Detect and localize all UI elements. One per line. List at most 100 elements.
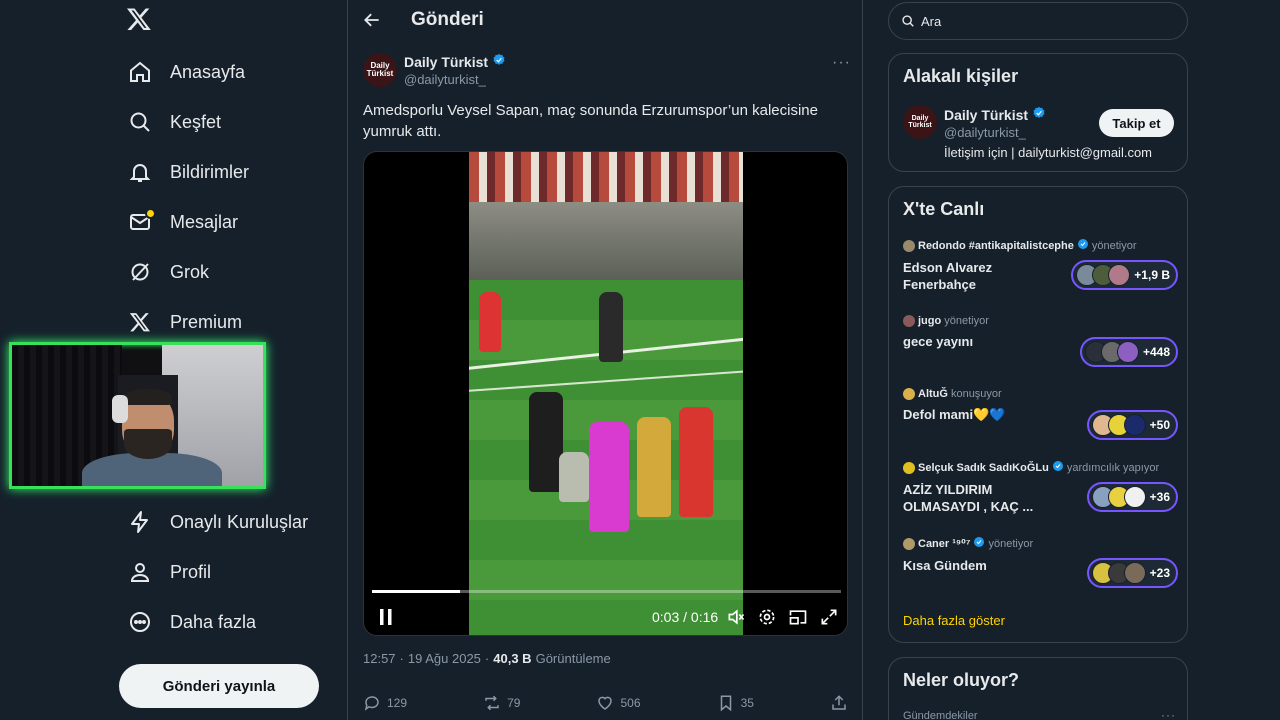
author-handle[interactable]: @dailyturkist_ <box>404 72 486 87</box>
lightning-icon <box>126 508 154 536</box>
repost-button[interactable]: 79 <box>483 694 520 712</box>
streamer-beard <box>124 429 172 459</box>
tweet-actions: 129 79 506 35 <box>363 694 848 712</box>
video-player-figure <box>679 407 713 517</box>
nav-home[interactable]: Anasayfa <box>126 52 245 92</box>
view-count: 40,3 B <box>493 651 532 666</box>
nav-label: Grok <box>170 261 210 282</box>
picture-in-picture-icon[interactable] <box>788 607 808 627</box>
nav-verified-orgs[interactable]: Onaylı Kuruluşlar <box>126 502 308 542</box>
nav-label: Keşfet <box>170 111 222 132</box>
mail-icon <box>126 208 156 236</box>
related-handle[interactable]: @dailyturkist_ <box>944 125 1026 140</box>
grok-icon <box>126 258 154 286</box>
live-topic: Edson Alvarez Fenerbahçe <box>903 260 993 292</box>
listener-count: +1,9 B <box>1134 268 1170 282</box>
nav-premium[interactable]: Premium <box>126 302 242 342</box>
bookmark-button[interactable]: 35 <box>717 694 754 712</box>
settings-gear-icon[interactable] <box>757 607 777 627</box>
host-avatar <box>903 461 915 474</box>
follow-button[interactable]: Takip et <box>1099 109 1174 137</box>
view-label: Görüntüleme <box>535 651 611 666</box>
video-progress-fill <box>372 590 460 593</box>
host-status: yönetiyor <box>988 537 1034 550</box>
listener-avatar <box>1123 562 1146 584</box>
video-frame <box>469 152 743 635</box>
related-name[interactable]: Daily Türkist <box>944 106 1046 123</box>
listener-count: +448 <box>1142 345 1170 359</box>
host-status: yardımcılık yapıyor <box>1066 461 1160 474</box>
headphones-icon <box>112 395 128 423</box>
trends-card: Neler oluyor? Gündemdekiler ··· <box>888 657 1188 720</box>
author-name[interactable]: Daily Türkist <box>404 53 506 70</box>
nav-messages[interactable]: Mesajlar <box>126 202 238 242</box>
related-bio: İletişim için | dailyturkist@gmail.com <box>944 145 1153 160</box>
live-topic: gece yayını <box>903 334 974 349</box>
x-icon <box>126 308 154 336</box>
verified-badge-icon <box>492 53 506 70</box>
nav-label: Anasayfa <box>170 61 246 82</box>
video-player-figure <box>529 392 563 492</box>
tweet-date[interactable]: 19 Ağu 2025 <box>408 651 481 666</box>
video-progress-bar[interactable] <box>372 590 841 593</box>
host-status: yönetiyor <box>944 315 989 327</box>
tweet-time[interactable]: 12:57 <box>363 651 396 666</box>
listener-count: +23 <box>1149 566 1170 580</box>
author-avatar[interactable]: Daily Türkist <box>363 53 397 87</box>
more-circle-icon <box>126 608 154 636</box>
nav-label: Bildirimler <box>170 161 250 182</box>
video-player[interactable]: 0:03 / 0:16 <box>363 151 848 636</box>
x-logo-icon[interactable] <box>126 6 156 36</box>
video-player-figure <box>559 452 589 502</box>
reply-button[interactable]: 129 <box>363 694 407 712</box>
repost-icon <box>485 695 499 711</box>
heart-icon <box>598 696 613 710</box>
listener-pill: +1,9 B <box>1071 260 1178 290</box>
live-item[interactable]: Redondo #antikapitalistcephe yönetiyor E… <box>903 238 1178 293</box>
pause-icon[interactable] <box>378 608 394 626</box>
nav-explore[interactable]: Keşfet <box>126 102 221 142</box>
post-button[interactable]: Gönderi yayınla <box>119 664 319 708</box>
listener-pill: +448 <box>1079 337 1178 367</box>
video-time: 0:03 / 0:16 <box>652 609 719 625</box>
search-input[interactable] <box>921 13 1161 29</box>
live-topic: Defol mami💛💙 <box>903 407 1006 422</box>
related-avatar[interactable]: Daily Türkist <box>903 105 937 139</box>
share-button[interactable] <box>830 694 848 712</box>
nav-label: Mesajlar <box>170 211 239 232</box>
person-icon <box>126 558 154 586</box>
trends-subtitle: Gündemdekiler <box>903 710 978 720</box>
video-player-figure <box>637 417 671 517</box>
bookmark-count: 35 <box>740 696 754 710</box>
main-column: Gönderi Daily Türkist Daily Türkist @dai… <box>347 0 863 720</box>
fullscreen-icon[interactable] <box>819 607 839 627</box>
show-more-link[interactable]: Daha fazla göster <box>903 613 1005 628</box>
live-item[interactable]: Caner ¹⁹⁰⁷ yönetiyor Kısa Gündem +23 <box>903 536 1178 588</box>
meta-separator: · <box>484 651 490 666</box>
share-icon <box>832 695 846 710</box>
page-title: Gönderi <box>411 9 484 30</box>
host-name: Selçuk Sadık SadıKoĞLu <box>918 461 1049 474</box>
nav-grok[interactable]: Grok <box>126 252 209 292</box>
listener-avatar <box>1116 341 1139 363</box>
live-item[interactable]: AltuĞ konuşuyor Defol mami💛💙 +50 <box>903 388 1178 440</box>
more-options-icon[interactable]: ··· <box>832 54 851 72</box>
notification-dot <box>145 208 156 219</box>
live-item[interactable]: jugo yönetiyor gece yayını +448 <box>903 315 1178 367</box>
nav-profile[interactable]: Profil <box>126 552 211 592</box>
back-arrow-icon[interactable] <box>362 10 382 30</box>
live-item[interactable]: Selçuk Sadık SadıKoĞLu yardımcılık yapıy… <box>903 460 1178 515</box>
mute-icon[interactable] <box>726 607 746 627</box>
verified-badge-icon <box>1077 238 1089 253</box>
like-button[interactable]: 506 <box>596 694 641 712</box>
host-status: yönetiyor <box>1091 239 1137 252</box>
nav-more[interactable]: Daha fazla <box>126 602 256 642</box>
live-spaces-card: X'te Canlı Redondo #antikapitalistcephe … <box>888 186 1188 643</box>
search-box[interactable] <box>888 2 1188 40</box>
more-options-icon[interactable]: ··· <box>1161 708 1176 720</box>
author-name-text: Daily Türkist <box>404 53 489 70</box>
nav-notifications[interactable]: Bildirimler <box>126 152 249 192</box>
webcam-overlay <box>9 342 266 489</box>
verified-badge-icon <box>973 536 985 551</box>
host-name: Caner ¹⁹⁰⁷ <box>918 538 971 550</box>
